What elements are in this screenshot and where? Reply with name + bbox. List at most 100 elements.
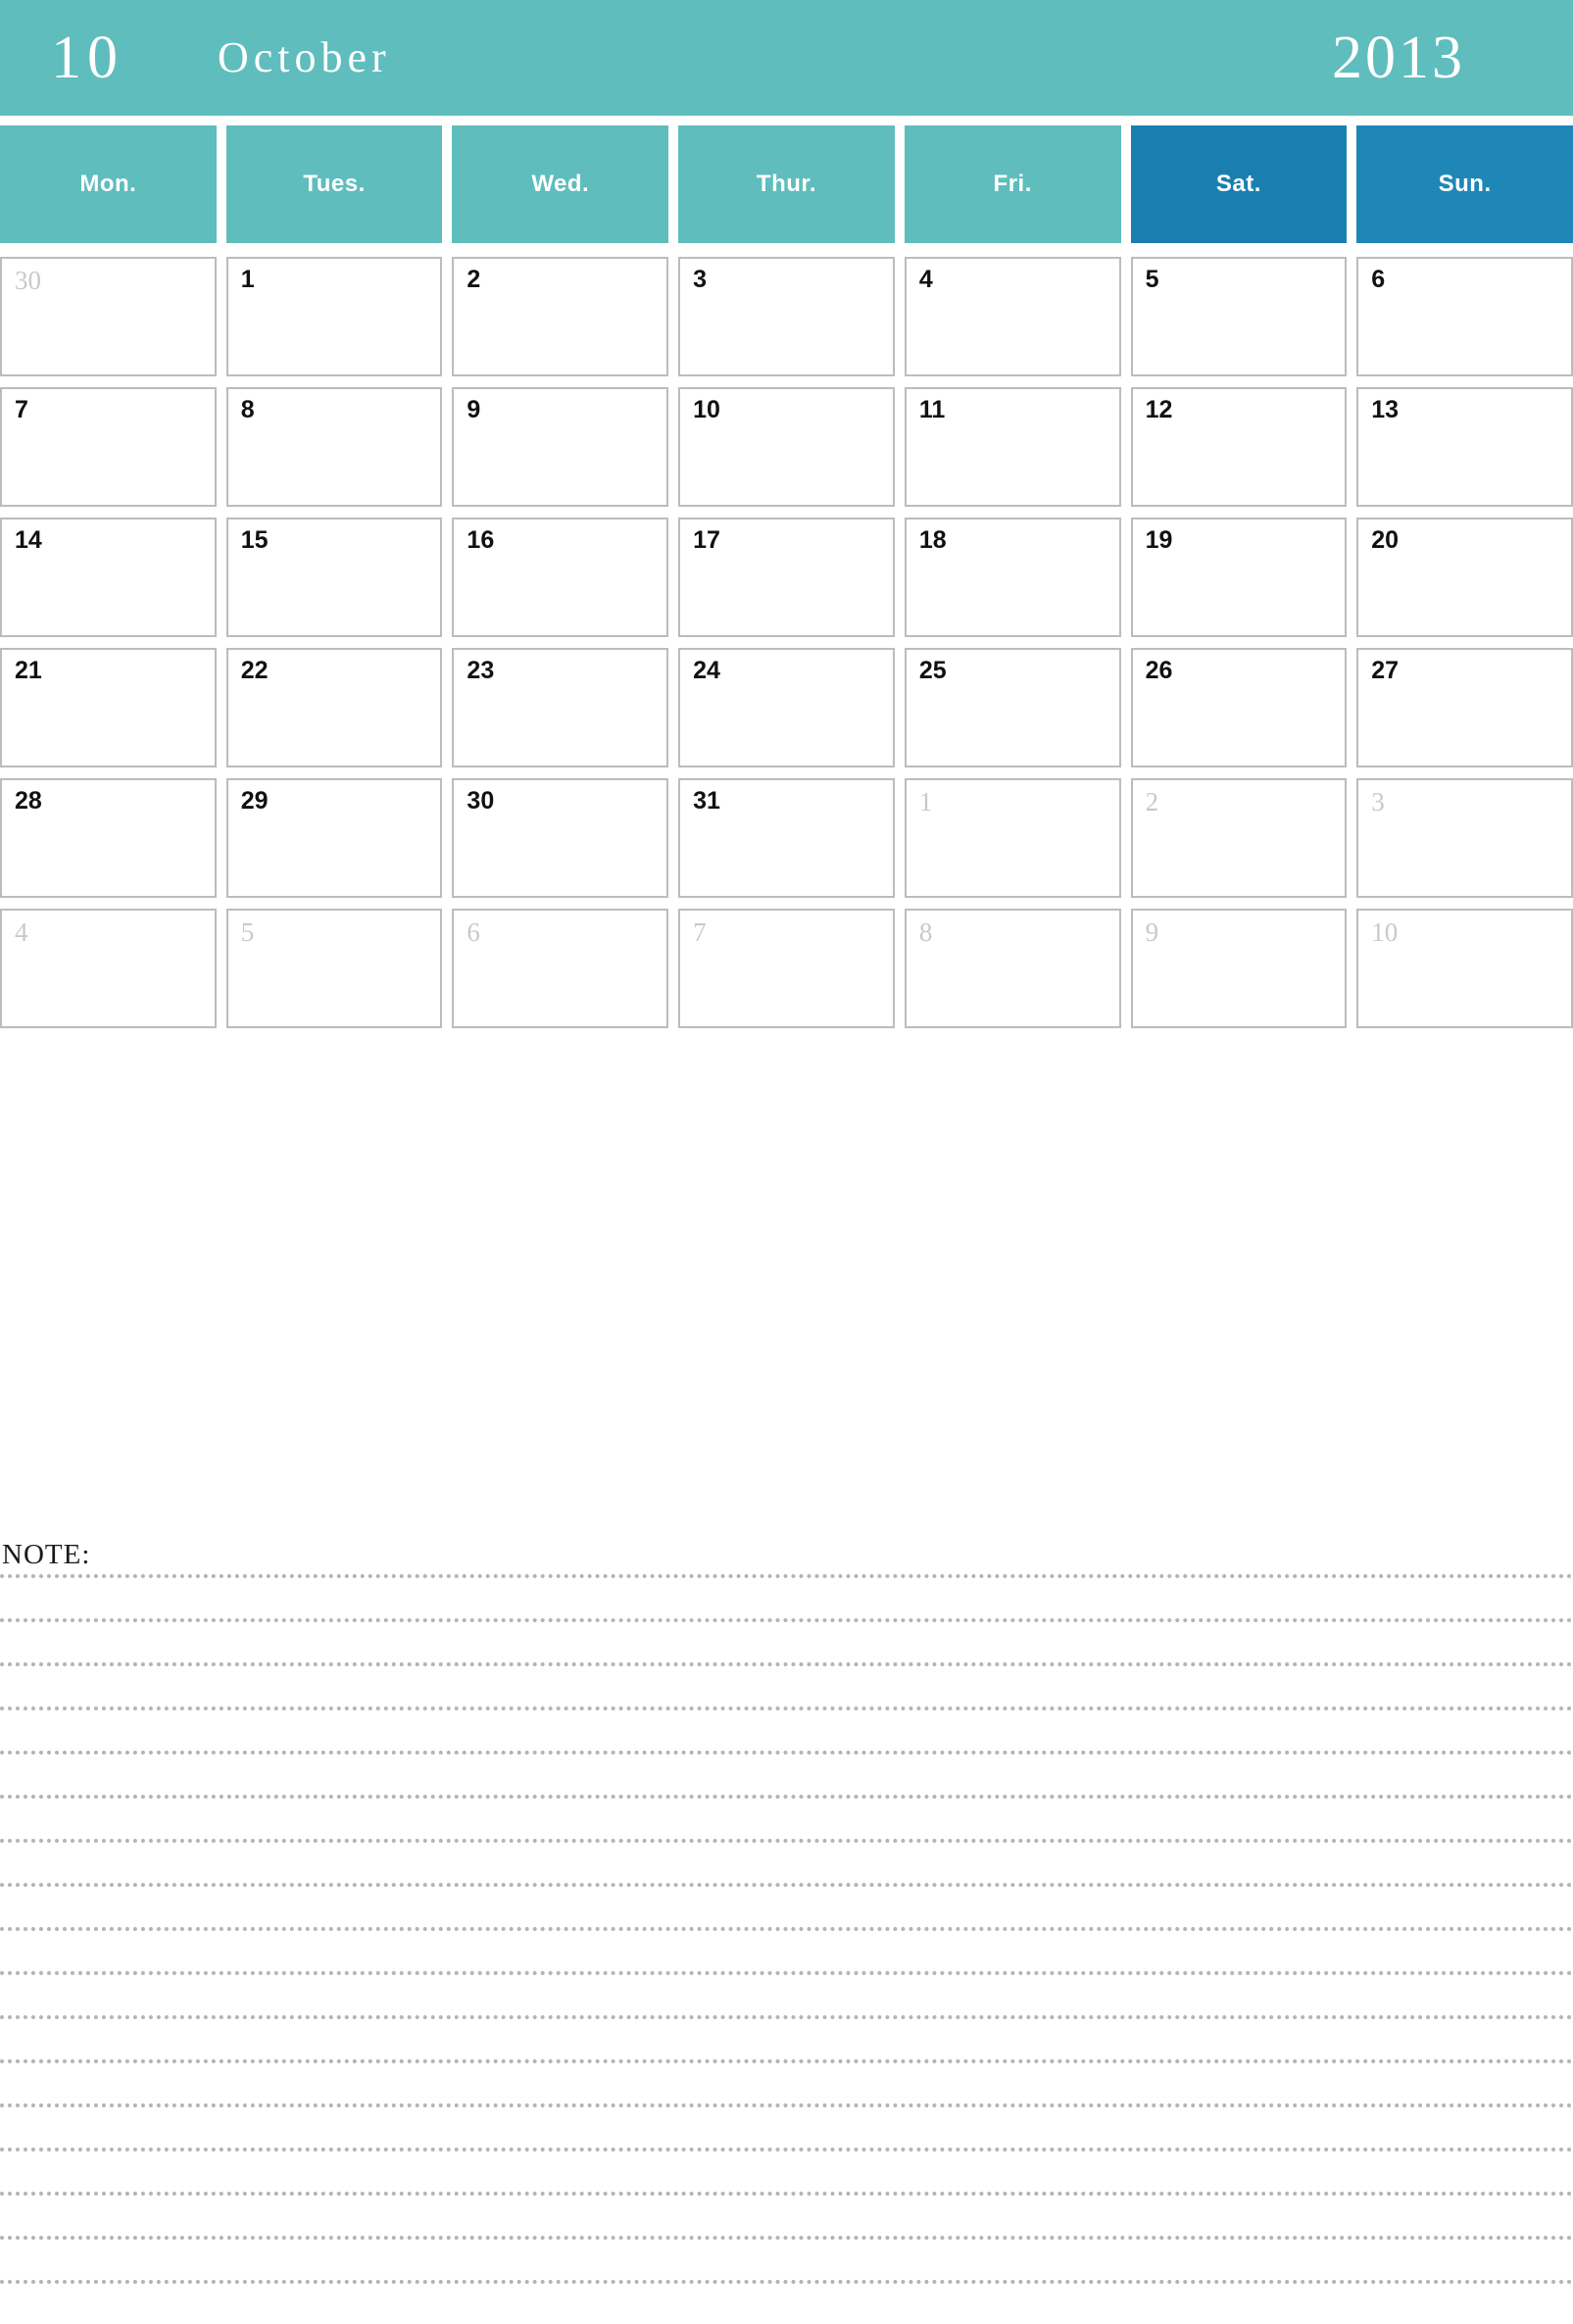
masthead-month-name: October (218, 33, 391, 81)
day-cell[interactable]: 23 (452, 648, 669, 767)
weekday-header-wed: Wed. (452, 125, 669, 243)
day-cell[interactable]: 25 (904, 648, 1121, 767)
day-cell[interactable]: 31 (678, 778, 895, 898)
weekday-header-row: Mon. Tues. Wed. Thur. Fri. Sat. Sun. (0, 125, 1573, 243)
note-line[interactable] (0, 2192, 1573, 2196)
note-line[interactable] (0, 1927, 1573, 1931)
day-cell[interactable]: 6 (1356, 257, 1573, 376)
day-number: 8 (240, 396, 255, 423)
day-number: 16 (467, 526, 495, 554)
day-cell[interactable]: 8 (225, 387, 443, 507)
note-line[interactable] (0, 1662, 1573, 1666)
note-line[interactable] (0, 2280, 1573, 2284)
day-cell[interactable]: 12 (1130, 387, 1348, 507)
weekday-label: Thur. (756, 171, 817, 197)
day-cell[interactable]: 4 (904, 257, 1121, 376)
masthead-month-number: 10 (51, 25, 123, 91)
weekday-label: Tues. (303, 171, 366, 197)
note-line[interactable] (0, 1706, 1573, 1710)
day-cell-adjacent-month[interactable]: 2 (1130, 778, 1348, 898)
day-number: 10 (1371, 917, 1399, 947)
day-cell-adjacent-month[interactable]: 7 (678, 909, 895, 1028)
note-line[interactable] (0, 1971, 1573, 1975)
day-cell[interactable]: 22 (225, 648, 443, 767)
weekday-label: Wed. (531, 171, 590, 197)
day-number: 6 (467, 917, 480, 947)
note-writing-area[interactable] (0, 1574, 1573, 2324)
day-cell[interactable]: 7 (0, 387, 217, 507)
day-number: 25 (918, 657, 947, 684)
day-cell[interactable]: 15 (225, 518, 443, 637)
day-cell[interactable]: 27 (1356, 648, 1573, 767)
masthead-year: 2013 (1332, 25, 1465, 91)
day-number: 14 (15, 526, 42, 554)
note-line[interactable] (0, 1618, 1573, 1622)
day-cell[interactable]: 1 (225, 257, 443, 376)
weekday-label: Mon. (79, 171, 137, 197)
note-line[interactable] (0, 1795, 1573, 1799)
day-cell-adjacent-month[interactable]: 1 (904, 778, 1121, 898)
note-line[interactable] (0, 2059, 1573, 2063)
day-cell-adjacent-month[interactable]: 6 (452, 909, 669, 1028)
calendar-week-row: 28 29 30 31 1 2 3 (0, 778, 1573, 898)
day-number: 9 (467, 396, 481, 423)
day-number: 21 (15, 657, 42, 684)
day-cell[interactable]: 2 (452, 257, 669, 376)
day-cell[interactable]: 28 (0, 778, 217, 898)
day-number: 20 (1371, 526, 1400, 554)
day-number: 27 (1371, 657, 1400, 684)
day-number: 4 (918, 266, 933, 293)
day-cell[interactable]: 5 (1130, 257, 1348, 376)
calendar-week-row: 14 15 16 17 18 19 20 (0, 518, 1573, 637)
note-line[interactable] (0, 2148, 1573, 2151)
day-cell[interactable]: 11 (904, 387, 1121, 507)
day-cell-adjacent-month[interactable]: 8 (904, 909, 1121, 1028)
day-cell[interactable]: 3 (678, 257, 895, 376)
day-number: 12 (1145, 396, 1173, 423)
day-cell[interactable]: 30 (452, 778, 669, 898)
day-number: 13 (1371, 396, 1400, 423)
day-cell[interactable]: 26 (1130, 648, 1348, 767)
note-line[interactable] (0, 2015, 1573, 2019)
note-line[interactable] (0, 2236, 1573, 2240)
calendar-grid: Mon. Tues. Wed. Thur. Fri. Sat. Sun. 30 1 2 3 4 5 6 7… (0, 125, 1573, 1039)
day-cell[interactable]: 13 (1356, 387, 1573, 507)
day-cell-adjacent-month[interactable]: 4 (0, 909, 217, 1028)
day-number: 8 (918, 917, 933, 947)
day-number: 30 (467, 787, 495, 815)
day-cell[interactable]: 16 (452, 518, 669, 637)
day-cell[interactable]: 18 (904, 518, 1121, 637)
day-cell-adjacent-month[interactable]: 10 (1356, 909, 1573, 1028)
note-line[interactable] (0, 1839, 1573, 1843)
day-cell[interactable]: 21 (0, 648, 217, 767)
day-cell-adjacent-month[interactable]: 30 (0, 257, 217, 376)
note-line[interactable] (0, 2103, 1573, 2107)
note-line[interactable] (0, 1574, 1573, 1578)
weekday-label: Fri. (993, 171, 1032, 197)
calendar-weeks: 30 1 2 3 4 5 6 7 8 9 10 11 12 13 14 15 16 17 18 19 20 21 22 23 2… (0, 257, 1573, 1028)
day-number: 5 (1145, 266, 1159, 293)
day-cell-adjacent-month[interactable]: 3 (1356, 778, 1573, 898)
day-cell[interactable]: 20 (1356, 518, 1573, 637)
day-cell[interactable]: 10 (678, 387, 895, 507)
calendar-masthead: 10 October 2013 (0, 0, 1573, 116)
weekday-label: Sat. (1215, 171, 1261, 197)
day-cell[interactable]: 17 (678, 518, 895, 637)
day-cell[interactable]: 29 (225, 778, 443, 898)
day-cell-adjacent-month[interactable]: 5 (225, 909, 443, 1028)
day-number: 4 (15, 917, 28, 947)
day-number: 17 (693, 526, 720, 554)
day-cell[interactable]: 9 (452, 387, 669, 507)
day-cell[interactable]: 14 (0, 518, 217, 637)
weekday-header-sat: Sat. (1130, 125, 1348, 243)
note-line[interactable] (0, 1751, 1573, 1755)
day-cell[interactable]: 19 (1130, 518, 1348, 637)
day-number: 7 (15, 396, 28, 423)
day-number: 10 (693, 396, 720, 423)
day-number: 28 (15, 787, 42, 815)
day-cell[interactable]: 24 (678, 648, 895, 767)
note-label: NOTE: (2, 1539, 91, 1570)
calendar-week-row: 4 5 6 7 8 9 10 (0, 909, 1573, 1028)
day-cell-adjacent-month[interactable]: 9 (1130, 909, 1348, 1028)
note-line[interactable] (0, 1883, 1573, 1887)
